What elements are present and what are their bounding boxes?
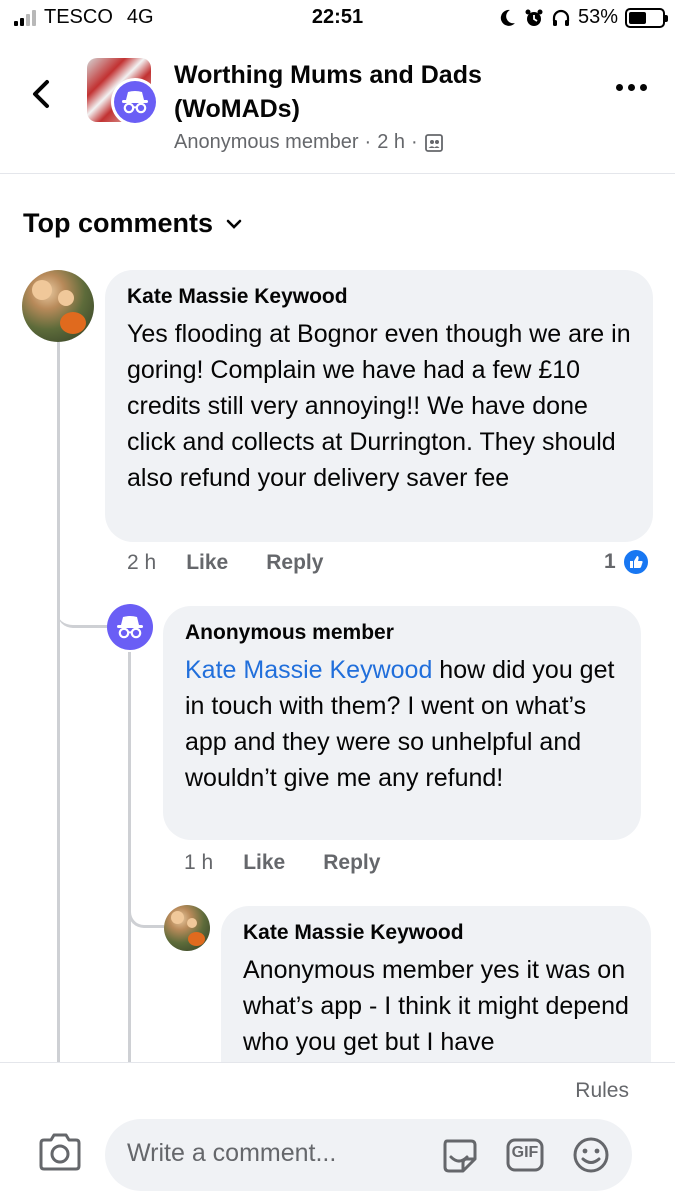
post-time[interactable]: 2 h — [377, 131, 405, 154]
comment-author: Anonymous member — [185, 621, 394, 644]
thread-line — [57, 342, 60, 1062]
more-options-icon[interactable] — [616, 84, 647, 91]
rules-link[interactable]: Rules — [575, 1079, 629, 1103]
comment-text: Yes flooding at Bognor even though we ar… — [127, 320, 631, 492]
battery-percent: 53% — [577, 6, 618, 28]
headphones-icon — [552, 9, 570, 26]
comment-author[interactable]: Kate Massie Keywood — [243, 920, 629, 946]
comment-author[interactable]: Kate Massie Keywood — [127, 284, 631, 310]
reply-button[interactable]: Reply — [266, 551, 323, 575]
group-title[interactable]: Worthing Mums and Dads (WoMADs) — [174, 58, 574, 126]
status-bar: TESCO 4G 22:51 53% — [0, 0, 675, 38]
mention-link[interactable]: Kate Massie Keywood — [185, 656, 432, 684]
sort-label: Top comments — [23, 208, 214, 238]
reply-bubble: Anonymous member Kate Massie Keywood how… — [163, 606, 641, 840]
comment-actions: 1 h Like Reply — [184, 851, 418, 875]
avatar[interactable] — [22, 270, 94, 342]
emoji-icon[interactable] — [571, 1135, 611, 1175]
post-meta: Anonymous member · 2 h · — [174, 131, 444, 154]
gif-icon[interactable]: GIF — [505, 1135, 545, 1175]
comment-input[interactable]: Write a comment... GIF — [105, 1119, 632, 1191]
meta-separator: · — [411, 131, 418, 153]
battery-icon — [625, 7, 668, 28]
like-button[interactable]: Like — [186, 551, 228, 575]
avatar[interactable] — [164, 905, 210, 951]
thread-connector — [128, 878, 164, 928]
post-header: Worthing Mums and Dads (WoMADs) Anonymou… — [0, 38, 675, 174]
comment-time[interactable]: 1 h — [184, 851, 213, 875]
sticker-icon[interactable] — [439, 1135, 479, 1175]
moon-icon — [500, 9, 515, 26]
reaction-number: 1 — [604, 550, 616, 573]
battery-level — [629, 11, 646, 24]
comment-text: Kate Massie Keywood how did you get in t… — [185, 652, 619, 796]
anonymous-icon — [117, 616, 143, 639]
camera-icon[interactable] — [37, 1131, 83, 1173]
thread-connector — [57, 570, 107, 628]
thread-line — [128, 652, 131, 1062]
comment-text: Anonymous member yes it was on what’s ap… — [243, 956, 629, 1056]
status-right: 53% — [497, 6, 668, 29]
anonymous-badge — [111, 78, 159, 126]
comment-placeholder: Write a comment... — [127, 1139, 337, 1167]
comment-sort-dropdown[interactable]: Top comments — [23, 208, 243, 239]
anonymous-icon — [122, 91, 148, 114]
comment-actions: 2 h Like Reply — [127, 551, 361, 575]
like-reaction-icon — [621, 548, 650, 576]
alarm-icon — [525, 9, 543, 26]
comment-bubble: Kate Massie Keywood Yes flooding at Bogn… — [105, 270, 653, 542]
comment-composer: Rules Write a comment... GIF — [0, 1062, 675, 1200]
like-button[interactable]: Like — [243, 851, 285, 875]
post-author: Anonymous member — [174, 131, 359, 153]
reply-button[interactable]: Reply — [323, 851, 380, 875]
chevron-down-icon — [226, 219, 242, 229]
back-arrow-icon[interactable] — [22, 74, 62, 114]
meta-separator: · — [364, 131, 372, 153]
gif-label: GIF — [511, 1144, 539, 1161]
reaction-count[interactable]: 1 — [604, 548, 650, 576]
members-privacy-icon — [424, 133, 443, 152]
anonymous-avatar[interactable] — [107, 604, 153, 650]
comment-time[interactable]: 2 h — [127, 551, 156, 575]
